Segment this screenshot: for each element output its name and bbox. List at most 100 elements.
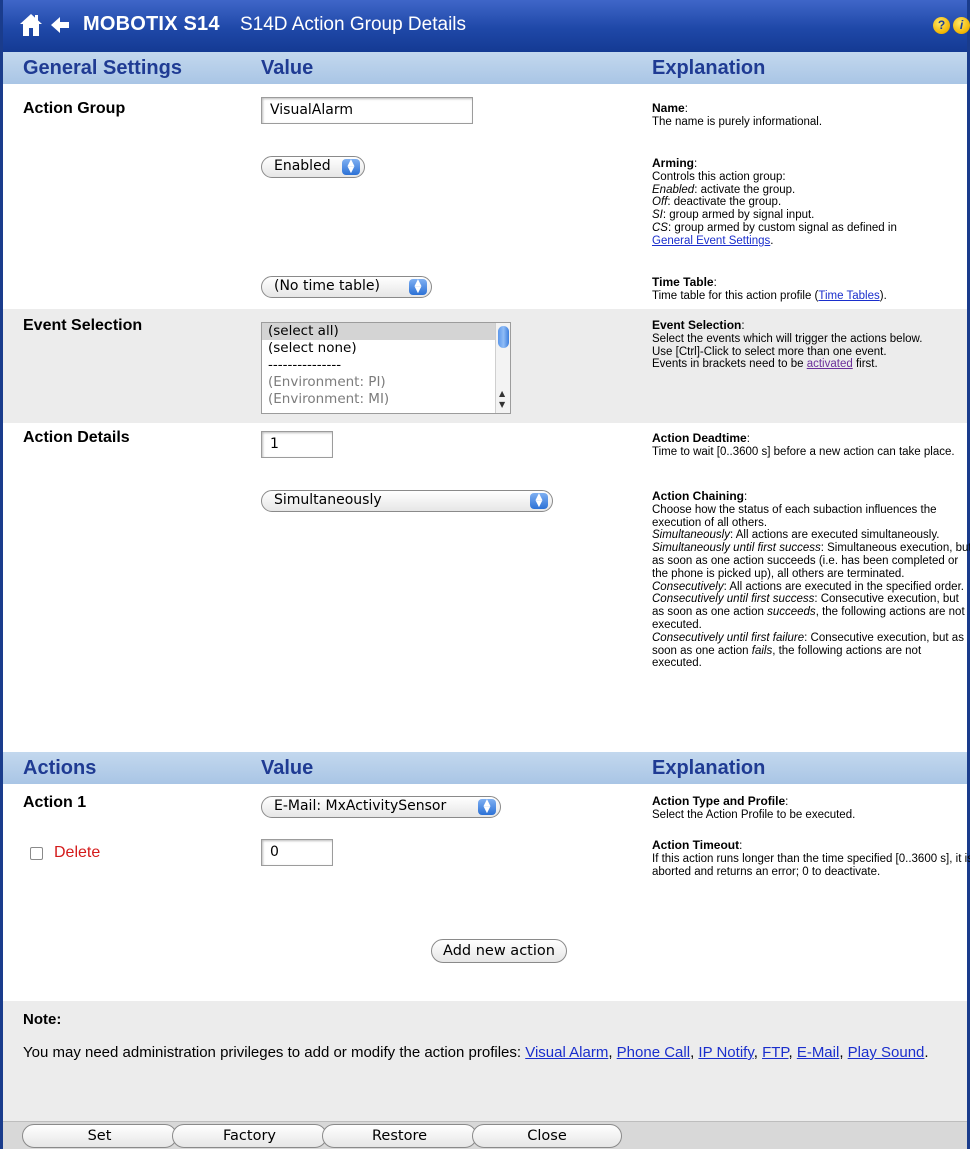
chaining-text-con: : All actions are executed in the specif… — [723, 580, 964, 593]
arming-text-si: : group armed by signal input. — [662, 209, 815, 222]
visual-alarm-link[interactable]: Visual Alarm — [525, 1044, 608, 1061]
header-actions: Actions — [23, 757, 97, 779]
profile-expl-title: Action Type and Profile — [652, 794, 786, 808]
header-general-settings: General Settings — [23, 57, 182, 79]
note-sep: , — [839, 1044, 848, 1061]
event-expl-title: Event Selection — [652, 318, 742, 332]
arming-select[interactable]: Enabled ▲ ▼ — [261, 156, 365, 178]
deadtime-expl-title: Action Deadtime — [652, 431, 747, 445]
arming-select-value: Enabled — [274, 158, 331, 174]
ftp-link[interactable]: FTP — [762, 1044, 788, 1061]
arming-term-cs: CS — [652, 221, 668, 234]
select-arrows-icon: ▲ ▼ — [409, 279, 427, 295]
arming-term-off: Off — [652, 196, 668, 209]
close-button[interactable]: Close — [472, 1124, 622, 1148]
event-expl-line1: Select the events which will trigger the… — [652, 332, 923, 345]
email-link[interactable]: E-Mail — [797, 1044, 840, 1061]
action-profile-explanation: Action Type and Profile: Select the Acti… — [652, 794, 856, 821]
phone-call-link[interactable]: Phone Call — [617, 1044, 690, 1061]
arming-term-si: SI — [652, 209, 663, 222]
timeout-expl-text: If this action runs longer than the time… — [652, 852, 970, 878]
scrollbar-thumb[interactable] — [498, 326, 509, 348]
arming-text-enabled: : activate the group. — [694, 183, 796, 196]
time-table-expl-text: Time table for this action profile ( — [652, 289, 819, 302]
select-arrows-icon: ▲ ▼ — [530, 493, 548, 509]
timeout-explanation: Action Timeout: If this action runs long… — [652, 839, 970, 878]
chaining-expl-title: Action Chaining — [652, 489, 744, 503]
event-option-separator: --------------- — [268, 357, 342, 373]
arming-expl-title: Arming — [652, 156, 694, 170]
play-sound-link[interactable]: Play Sound — [848, 1044, 925, 1061]
page-title: S14D Action Group Details — [240, 14, 467, 35]
action-timeout-input[interactable]: 0 — [261, 839, 333, 866]
event-option-select-none[interactable]: (select none) — [262, 340, 510, 357]
note-sep: , — [608, 1044, 617, 1061]
chaining-em-succeeds: succeeds — [767, 606, 816, 619]
select-arrows-icon: ▲ ▼ — [342, 159, 360, 175]
actions-header: Actions Value Explanation — [3, 752, 967, 784]
action-group-label: Action Group — [23, 100, 126, 117]
header-actions-value: Value — [261, 757, 314, 779]
title-bar: MOBOTIX S14 S14D Action Group Details ? … — [3, 0, 970, 52]
time-tables-link[interactable]: Time Tables — [818, 290, 879, 302]
deadtime-explanation: Action Deadtime: Time to wait [0..3600 s… — [652, 431, 955, 458]
action-chaining-select-value: Simultaneously — [274, 492, 382, 508]
brand-title: MOBOTIX S14 — [83, 13, 220, 35]
note-intro: You may need administration privileges t… — [23, 1044, 526, 1061]
app-frame: MOBOTIX S14 S14D Action Group Details ? … — [0, 0, 970, 1149]
event-expl-line3: Events in brackets need to be — [652, 358, 807, 371]
event-selection-label: Event Selection — [23, 317, 143, 334]
event-option-select-all[interactable]: (select all) — [262, 323, 510, 340]
action-1-label: Action 1 — [23, 794, 87, 811]
event-selection-listbox[interactable]: (select all) (select none) -------------… — [261, 322, 511, 414]
scroll-up-icon[interactable]: ▲ — [499, 389, 505, 398]
back-arrow-icon[interactable] — [49, 14, 71, 36]
home-icon[interactable] — [19, 12, 43, 38]
time-table-expl-end: ). — [879, 289, 887, 302]
action-chaining-select[interactable]: Simultaneously ▲ ▼ — [261, 490, 553, 512]
event-option-environment-mi[interactable]: (Environment: MI) — [262, 391, 510, 408]
note-text: You may need administration privileges t… — [23, 1045, 953, 1061]
header-explanation: Explanation — [652, 57, 766, 79]
arming-text-off: : deactivate the group. — [667, 196, 782, 209]
time-table-explanation: Time Table: Time table for this action p… — [652, 275, 887, 302]
general-event-settings-link[interactable]: General Event Settings — [652, 235, 770, 247]
event-option-environment-pi[interactable]: (Environment: PI) — [262, 374, 510, 391]
chaining-text-sim: : All actions are executed simultaneousl… — [729, 529, 940, 542]
action-deadtime-input[interactable]: 1 — [261, 431, 333, 458]
add-new-action-button[interactable]: Add new action — [431, 939, 567, 963]
action-details-label: Action Details — [23, 429, 130, 446]
ip-notify-link[interactable]: IP Notify — [698, 1044, 753, 1061]
restore-button[interactable]: Restore — [322, 1124, 477, 1148]
delete-action-checkbox[interactable] — [30, 847, 43, 860]
arming-expl-intro: Controls this action group: — [652, 170, 786, 183]
timeout-expl-title: Action Timeout — [652, 838, 740, 852]
general-settings-header: General Settings Value Explanation — [3, 52, 967, 84]
note-section — [3, 1001, 967, 1121]
action-profile-select[interactable]: E-Mail: MxActivitySensor ▲ ▼ — [261, 796, 501, 818]
action-group-name-input[interactable]: VisualAlarm — [261, 97, 473, 124]
event-expl-line2: Use [Ctrl]-Click to select more than one… — [652, 345, 887, 358]
profile-expl-text: Select the Action Profile to be executed… — [652, 808, 856, 821]
chaining-term-con: Consecutively — [652, 580, 724, 593]
arming-text-cs: : group armed by custom signal as define… — [667, 221, 897, 234]
time-table-select-value: (No time table) — [274, 278, 380, 294]
set-button[interactable]: Set — [22, 1124, 177, 1148]
header-value: Value — [261, 57, 314, 79]
listbox-scrollbar[interactable]: ▲ ▼ — [495, 323, 510, 413]
delete-action-label[interactable]: Delete — [54, 844, 100, 862]
name-expl-title: Name — [652, 101, 685, 115]
help-icon[interactable]: ? — [933, 17, 950, 34]
activated-link[interactable]: activated — [807, 358, 853, 370]
info-icon[interactable]: i — [953, 17, 970, 34]
time-table-select[interactable]: (No time table) ▲ ▼ — [261, 276, 432, 298]
footer-bar: Set Factory Restore Close — [3, 1121, 967, 1149]
factory-button[interactable]: Factory — [172, 1124, 327, 1148]
name-explanation: Name: The name is purely informational. — [652, 101, 823, 128]
note-sep: , — [753, 1044, 763, 1061]
chaining-explanation: Action Chaining: Choose how the status o… — [652, 489, 970, 670]
deadtime-expl-text: Time to wait [0..3600 s] before a new ac… — [652, 445, 955, 458]
scroll-down-icon[interactable]: ▼ — [499, 400, 505, 409]
action-profile-select-value: E-Mail: MxActivitySensor — [274, 798, 447, 814]
chaining-term-confs: Consecutively until first success — [652, 593, 815, 606]
